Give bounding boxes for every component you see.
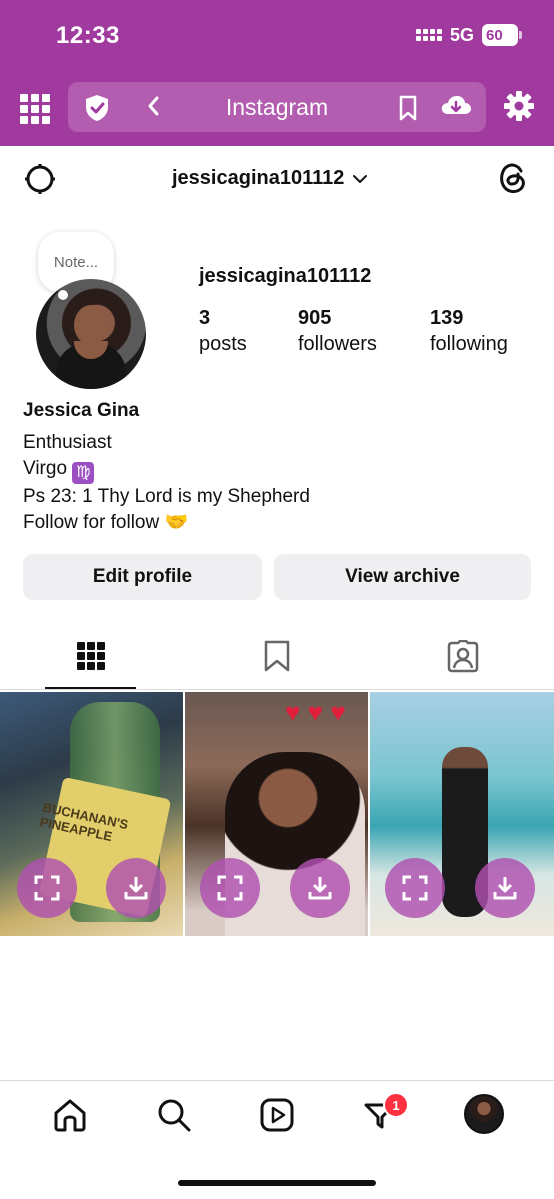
- settings-gear-icon[interactable]: [503, 90, 535, 122]
- view-archive-button[interactable]: View archive: [274, 554, 531, 600]
- search-icon[interactable]: [156, 1097, 192, 1133]
- posts-label: posts: [199, 333, 247, 355]
- download-button-3[interactable]: [475, 858, 535, 918]
- full-name: Jessica Gina: [23, 400, 140, 421]
- following-label: following: [430, 333, 508, 355]
- profile-tab-avatar[interactable]: [464, 1094, 504, 1134]
- tab-divider: [0, 689, 554, 690]
- posts-value: 3: [199, 307, 211, 329]
- expand-button-3[interactable]: [385, 858, 445, 918]
- bookmark-icon[interactable]: [398, 95, 418, 121]
- ig-settings-icon[interactable]: [24, 163, 56, 195]
- tagged-icon[interactable]: [446, 640, 480, 674]
- profile-username: jessicagina101112: [199, 265, 372, 287]
- posts-count[interactable]: 3 posts: [199, 307, 247, 356]
- status-indicators: 5G 60: [415, 24, 522, 46]
- saved-icon[interactable]: [263, 640, 291, 672]
- expand-icon: [34, 875, 60, 901]
- handshake-emoji: 🤝: [164, 512, 189, 533]
- bio-line-1: Enthusiast: [23, 432, 112, 453]
- home-indicator: [178, 1180, 376, 1186]
- posts-grid-icon[interactable]: [77, 640, 105, 672]
- followers-value: 905: [298, 307, 332, 329]
- network-type: 5G: [449, 24, 474, 45]
- account-switcher[interactable]: jessicagina101112: [172, 167, 368, 190]
- expand-button-2[interactable]: [200, 858, 260, 918]
- expand-button-1[interactable]: [17, 858, 77, 918]
- notification-badge: 1: [383, 1092, 409, 1118]
- followers-count[interactable]: 905 followers: [298, 307, 377, 356]
- profile-avatar[interactable]: [36, 279, 146, 389]
- page-title: Instagram: [225, 94, 329, 120]
- cellular-signal-icon: [415, 29, 442, 41]
- status-time: 12:33: [56, 22, 120, 49]
- download-icon: [493, 877, 517, 900]
- bio: Enthusiast Virgo ♍ Ps 23: 1 Thy Lord is …: [23, 430, 310, 536]
- note-bubble-tail: [58, 290, 68, 300]
- bio-line-4: Follow for follow 🤝: [23, 512, 189, 533]
- bio-line-2: Virgo ♍: [23, 456, 310, 484]
- grid-menu-icon[interactable]: [20, 94, 50, 124]
- edit-profile-button[interactable]: Edit profile: [23, 554, 262, 600]
- home-icon[interactable]: [52, 1097, 88, 1133]
- bio-line-3: Ps 23: 1 Thy Lord is my Shepherd: [23, 486, 310, 507]
- expand-icon: [402, 875, 428, 901]
- download-icon: [308, 877, 332, 900]
- top-username: jessicagina101112: [172, 167, 345, 189]
- note-placeholder: Note...: [53, 253, 99, 271]
- bottom-divider: [0, 1080, 554, 1081]
- virgo-emoji: ♍: [72, 462, 95, 484]
- download-button-1[interactable]: [106, 858, 166, 918]
- followers-label: followers: [298, 333, 377, 355]
- expand-icon: [217, 875, 243, 901]
- following-count[interactable]: 139 following: [430, 307, 508, 356]
- battery-icon: 60: [482, 24, 522, 46]
- chevron-down-icon: [353, 174, 368, 183]
- threads-icon[interactable]: [497, 161, 529, 195]
- reels-icon[interactable]: [259, 1097, 295, 1133]
- url-bar[interactable]: Instagram: [68, 82, 486, 132]
- heart-headband: ♥ ♥ ♥: [285, 697, 346, 727]
- cloud-download-icon[interactable]: [440, 92, 472, 120]
- browser-chrome: 12:33 5G 60 Instagram: [0, 0, 554, 146]
- download-button-2[interactable]: [290, 858, 350, 918]
- following-value: 139: [430, 307, 464, 329]
- battery-level: 60: [486, 26, 503, 44]
- download-icon: [124, 877, 148, 900]
